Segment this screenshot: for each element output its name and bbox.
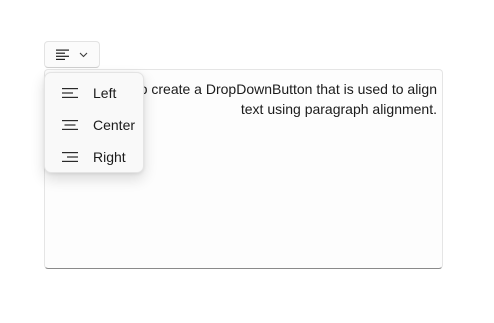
- menu-item-label: Right: [93, 149, 126, 165]
- menu-item-center[interactable]: Center: [49, 109, 139, 141]
- chevron-down-icon: [79, 52, 88, 58]
- align-center-icon: [61, 117, 81, 133]
- menu-item-label: Center: [93, 117, 136, 133]
- align-right-icon: [61, 149, 81, 165]
- alignment-menu-flyout: Left Center Right: [44, 72, 144, 173]
- align-left-icon: [61, 85, 81, 101]
- align-dropdown-button[interactable]: [44, 41, 100, 68]
- app-window: shows how to create a DropDownButton tha…: [0, 0, 494, 323]
- menu-item-right[interactable]: Right: [49, 141, 139, 173]
- menu-item-label: Left: [93, 85, 117, 101]
- menu-item-left[interactable]: Left: [49, 77, 139, 109]
- align-left-icon: [56, 49, 70, 61]
